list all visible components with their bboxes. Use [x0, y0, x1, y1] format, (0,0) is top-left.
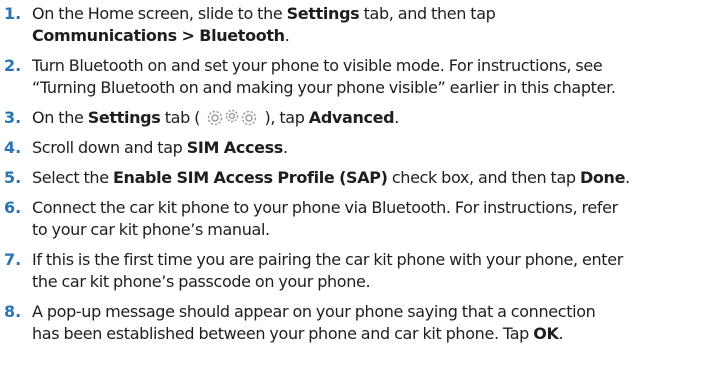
text-run: tab, and then tap [359, 4, 496, 23]
ui-term: Settings [87, 108, 161, 127]
step-number: 1. [4, 4, 22, 23]
step-text: Turn Bluetooth on and set your phone to … [32, 55, 722, 99]
step-8: 8. A pop-up message should appear on you… [0, 301, 723, 345]
step-5: 5. Select the Enable SIM Access Profile … [0, 167, 723, 189]
step-number: 5. [4, 168, 22, 187]
step-text: Connect the car kit phone to your phone … [32, 197, 722, 241]
step-text: Select the Enable SIM Access Profile (SA… [32, 167, 722, 189]
text-run: ), tap [260, 108, 309, 127]
text-run: . [394, 108, 399, 127]
step-text: Scroll down and tap SIM Access. [32, 137, 722, 159]
text-run: the car kit phone’s passcode on your pho… [32, 272, 371, 291]
step-6: 6. Connect the car kit phone to your pho… [0, 197, 723, 241]
ui-term: Settings [286, 4, 360, 23]
ui-term: Communications > Bluetooth [32, 26, 285, 45]
ui-term: Enable SIM Access Profile (SAP) [112, 168, 388, 187]
ui-term: OK [533, 324, 559, 343]
step-7: 7. If this is the first time you are pai… [0, 249, 723, 293]
text-run: On the Home screen, slide to the [32, 4, 287, 23]
text-run: has been established between your phone … [32, 324, 534, 343]
text-run: tab ( [160, 108, 205, 127]
ui-term: SIM Access [186, 138, 284, 157]
step-number: 4. [4, 138, 22, 157]
text-run: Turn Bluetooth on and set your phone to … [32, 56, 603, 75]
step-number: 7. [4, 250, 22, 269]
ui-term: Advanced [308, 108, 395, 127]
text-run: . [284, 26, 290, 45]
step-number: 2. [4, 56, 22, 75]
text-run: A pop-up message should appear on your p… [32, 302, 596, 321]
ui-term: Done [579, 168, 626, 187]
text-run: . [558, 324, 564, 343]
step-4: 4. Scroll down and tap SIM Access. [0, 137, 723, 159]
text-run: Scroll down and tap [32, 138, 187, 157]
text-run: On the [32, 108, 88, 127]
settings-gears-icon [205, 108, 259, 128]
text-run: . [282, 138, 288, 157]
step-1: 1. On the Home screen, slide to the Sett… [0, 3, 723, 47]
text-run: If this is the first time you are pairin… [32, 250, 623, 269]
text-run: . [625, 168, 630, 187]
text-run: “Turning Bluetooth on and making your ph… [32, 78, 616, 97]
step-number: 6. [4, 198, 22, 217]
text-run: to your car kit phone’s manual. [32, 220, 270, 239]
step-2: 2. Turn Bluetooth on and set your phone … [0, 55, 723, 99]
text-run: Select the [32, 168, 113, 187]
instruction-list: 1. On the Home screen, slide to the Sett… [0, 0, 723, 385]
step-3: 3. On the Settings tab ( ), tap Advanced… [0, 107, 723, 129]
step-text: On the Settings tab ( ), tap Advanced. [32, 107, 722, 129]
step-text: A pop-up message should appear on your p… [32, 301, 722, 345]
step-number: 3. [4, 108, 22, 127]
step-text: On the Home screen, slide to the Setting… [32, 3, 722, 47]
step-number: 8. [4, 302, 22, 321]
text-run: Connect the car kit phone to your phone … [32, 198, 618, 217]
text-run: check box, and then tap [387, 168, 580, 187]
step-text: If this is the first time you are pairin… [32, 249, 722, 293]
